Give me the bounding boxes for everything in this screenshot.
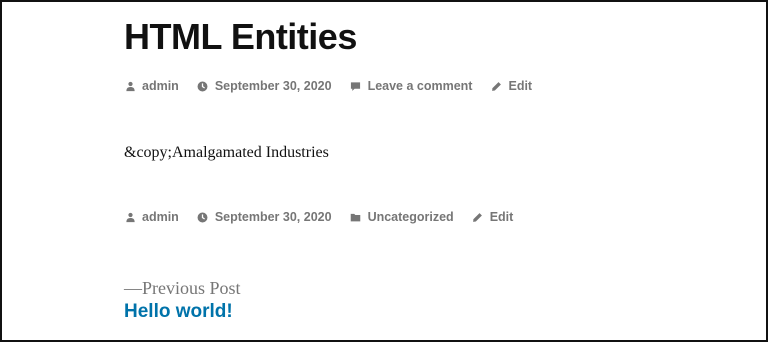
pencil-icon [472, 211, 484, 223]
person-icon [124, 80, 136, 92]
category-link[interactable]: Uncategorized [368, 210, 454, 224]
leave-comment-link[interactable]: Leave a comment [368, 79, 473, 93]
clock-icon [197, 211, 209, 223]
edit-link[interactable]: Edit [490, 210, 514, 224]
meta-date: September 30, 2020 [197, 210, 332, 224]
meta-author: admin [124, 79, 179, 93]
person-icon [124, 211, 136, 223]
edit-link[interactable]: Edit [508, 79, 532, 93]
meta-comments: Leave a comment [350, 79, 473, 93]
meta-category: Uncategorized [350, 210, 454, 224]
meta-date: September 30, 2020 [197, 79, 332, 93]
meta-author: admin [124, 210, 179, 224]
clock-icon [197, 80, 209, 92]
post-page: HTML Entities admin September 30, 2020 L… [2, 2, 766, 340]
comment-bubble-icon [350, 80, 362, 92]
post-content: &copy;Amalgamated Industries [124, 144, 329, 161]
post-title: HTML Entities [124, 16, 357, 57]
previous-post-label: —Previous Post [124, 278, 241, 298]
post-meta-header: admin September 30, 2020 Leave a comment… [124, 79, 550, 93]
author-link[interactable]: admin [142, 79, 179, 93]
pencil-icon [490, 80, 502, 92]
previous-post-link[interactable]: Hello world! [124, 301, 233, 323]
meta-edit: Edit [472, 210, 514, 224]
date-link[interactable]: September 30, 2020 [215, 79, 332, 93]
post-meta-footer: admin September 30, 2020 Uncategorized E… [124, 210, 531, 224]
date-link[interactable]: September 30, 2020 [215, 210, 332, 224]
meta-edit: Edit [490, 79, 532, 93]
author-link[interactable]: admin [142, 210, 179, 224]
folder-icon [350, 211, 362, 223]
